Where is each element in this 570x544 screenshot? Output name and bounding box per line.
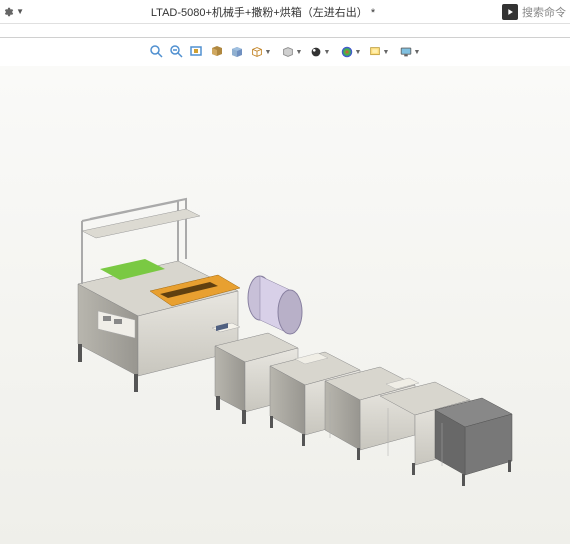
previous-view-button[interactable] [188, 43, 206, 61]
ribbon-spacer [0, 24, 570, 38]
apply-scene-button[interactable]: ▼ [338, 43, 364, 61]
title-bar: ▼ LTAD-5080+机械手+撒粉+烘箱（左进右出） * 搜索命令 [0, 0, 570, 24]
options-button[interactable]: ▼ [4, 2, 24, 22]
model-render [0, 66, 570, 544]
render-tools-button[interactable]: ▼ [397, 43, 423, 61]
section-view-button[interactable] [208, 43, 226, 61]
chevron-down-icon: ▼ [383, 49, 390, 56]
chevron-down-icon: ▼ [324, 49, 331, 56]
chevron-down-icon: ▼ [16, 7, 24, 16]
search-command-button[interactable] [502, 4, 518, 20]
chevron-down-icon: ▼ [296, 49, 303, 56]
zoom-to-fit-button[interactable] [148, 43, 166, 61]
view-orientation-button[interactable] [228, 43, 246, 61]
chevron-down-icon: ▼ [414, 49, 421, 56]
chevron-down-icon: ▼ [265, 49, 272, 56]
graphics-viewport[interactable] [0, 66, 570, 544]
search-label: 搜索命令 [522, 4, 566, 20]
document-title: LTAD-5080+机械手+撒粉+烘箱（左进右出） * [24, 4, 502, 20]
zoom-area-button[interactable] [168, 43, 186, 61]
heads-up-toolbar: ▼ ▼ ▼ ▼ ▼ ▼ [0, 38, 570, 66]
view-settings-button[interactable]: ▼ [366, 43, 392, 61]
chevron-down-icon: ▼ [355, 49, 362, 56]
edit-appearance-button[interactable]: ▼ [307, 43, 333, 61]
hide-show-button[interactable]: ▼ [279, 43, 305, 61]
display-style-button[interactable]: ▼ [248, 43, 274, 61]
